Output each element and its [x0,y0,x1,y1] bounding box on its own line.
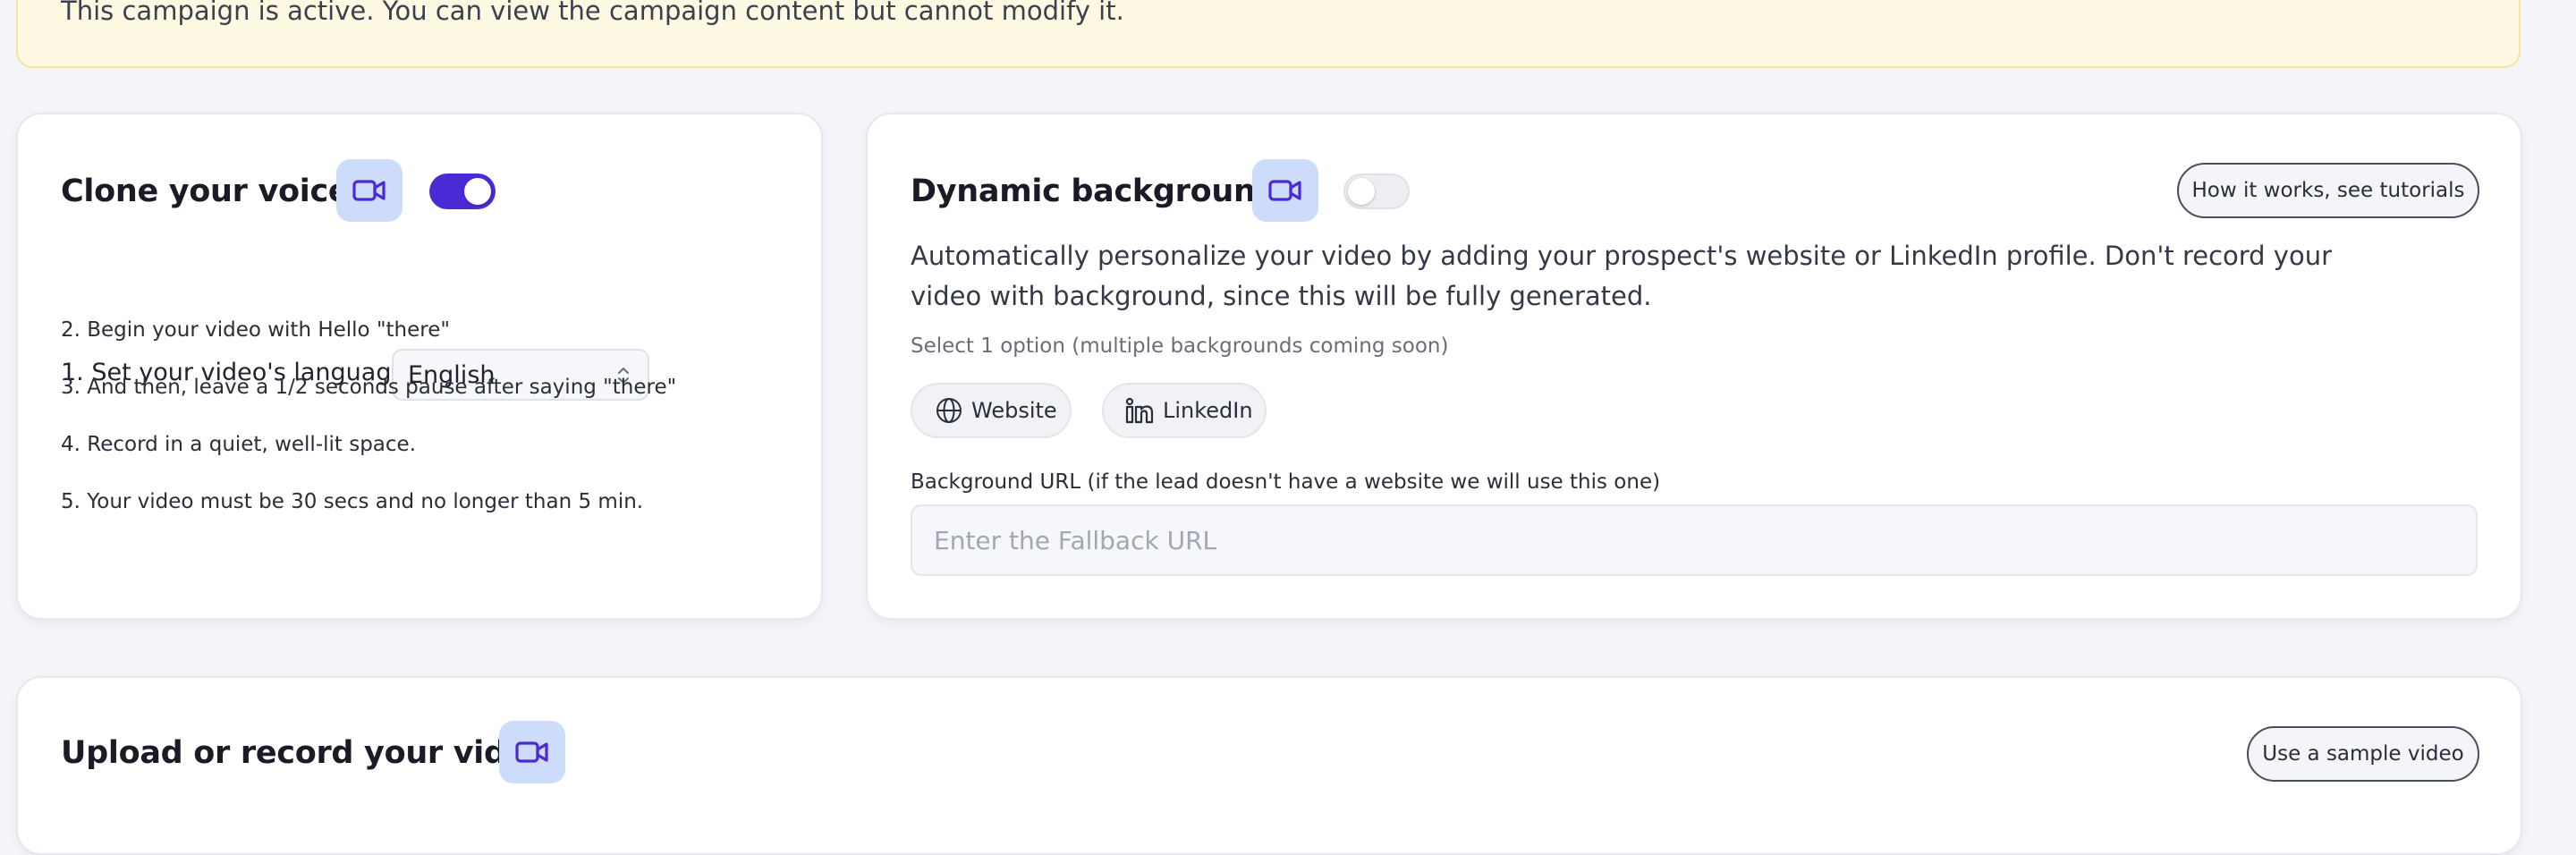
toggle-knob [464,178,491,205]
instruction-step: 5. Your video must be 30 secs and no lon… [61,490,644,513]
instruction-step: 4. Record in a quiet, well-lit space. [61,433,417,456]
upload-video-title: Upload or record your video [61,735,548,771]
readonly-banner: This campaign is active. You can view th… [16,0,2521,68]
option-linkedin[interactable]: LinkedIn [1102,383,1267,438]
video-camera-icon [336,159,402,222]
clone-voice-card: Clone your voice 1. Set your video's lan… [16,113,823,620]
clone-voice-title: Clone your voice [61,174,350,209]
dynamic-background-toggle[interactable] [1343,174,1410,209]
toggle-knob [1348,178,1375,205]
linkedin-icon [1125,397,1154,424]
use-sample-video-button[interactable]: Use a sample video [2247,726,2479,782]
instruction-step: 3. And then, leave a 1/2 seconds pause a… [61,376,677,399]
option-website-label: Website [971,398,1057,423]
dynamic-background-description: Automatically personalize your video by … [911,241,2333,311]
tutorials-button[interactable]: How it works, see tutorials [2177,163,2479,218]
video-camera-icon [1252,159,1318,222]
globe-icon [936,398,962,423]
dynamic-background-title: Dynamic background [911,174,1278,209]
background-url-input[interactable] [911,504,2478,576]
option-hint: Select 1 option (multiple backgrounds co… [911,334,1449,358]
background-url-label: Background URL (if the lead doesn't have… [911,470,1661,494]
instruction-step: 2. Begin your video with Hello "there" [61,318,450,342]
option-linkedin-label: LinkedIn [1163,398,1253,423]
upload-video-card: Upload or record your video Use a sample… [16,676,2522,855]
clone-voice-toggle[interactable] [429,174,496,209]
dynamic-background-card: Dynamic background How it works, see tut… [866,113,2522,620]
video-camera-icon [499,721,565,783]
option-website[interactable]: Website [911,383,1072,438]
banner-text: This campaign is active. You can view th… [61,0,1124,26]
